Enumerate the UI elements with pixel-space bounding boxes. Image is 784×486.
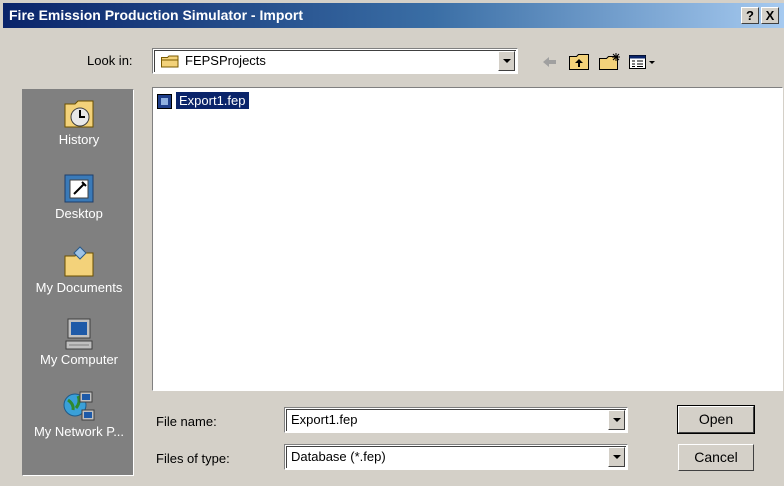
view-menu-icon[interactable] [628,52,658,72]
cancel-button[interactable]: Cancel [678,444,754,471]
place-label: My Network P... [33,424,125,439]
look-in-dropdown-button[interactable] [498,51,515,71]
place-my-computer[interactable]: My Computer [23,316,135,367]
place-label: History [58,132,100,147]
place-label: Desktop [55,206,103,221]
file-name: Export1.fep [176,92,249,109]
files-of-type-value: Database (*.fep) [291,449,386,464]
file-list[interactable]: Export1.fep [152,87,783,391]
look-in-label: Look in: [87,53,133,68]
look-in-combo[interactable]: FEPSProjects [152,48,518,74]
window-title: Fire Emission Production Simulator - Imp… [9,7,304,23]
file-name-dropdown-button[interactable] [608,410,625,430]
my-documents-icon [62,244,96,280]
files-of-type-select[interactable]: Database (*.fep) [284,444,628,470]
files-of-type-label: Files of type: [156,451,230,466]
folder-icon [161,55,179,68]
desktop-icon [62,170,96,206]
database-file-icon [157,94,172,109]
places-bar: History Desktop My Documents My Computer… [22,89,134,476]
file-name-field[interactable]: Export1.fep [284,407,628,433]
file-name-value: Export1.fep [291,412,358,427]
look-in-value: FEPSProjects [185,53,266,68]
title-bar[interactable]: Fire Emission Production Simulator - Imp… [3,3,784,28]
history-icon [62,96,96,132]
place-my-documents[interactable]: My Documents [23,244,135,295]
place-history[interactable]: History [23,96,135,147]
my-computer-icon [62,316,96,352]
import-dialog: Fire Emission Production Simulator - Imp… [0,0,784,486]
open-button[interactable]: Open [677,405,755,434]
my-network-places-icon [62,388,96,424]
up-one-level-icon[interactable] [568,52,590,72]
place-my-network-places[interactable]: My Network P... [23,388,135,439]
help-button[interactable]: ? [741,7,759,24]
file-name-label: File name: [156,414,217,429]
place-label: My Computer [39,352,119,367]
place-label: My Documents [35,280,123,295]
back-arrow-icon[interactable] [539,52,559,72]
files-of-type-dropdown-button[interactable] [608,447,625,467]
place-desktop[interactable]: Desktop [23,170,135,221]
new-folder-icon[interactable] [598,52,622,72]
close-button[interactable]: X [761,7,779,24]
